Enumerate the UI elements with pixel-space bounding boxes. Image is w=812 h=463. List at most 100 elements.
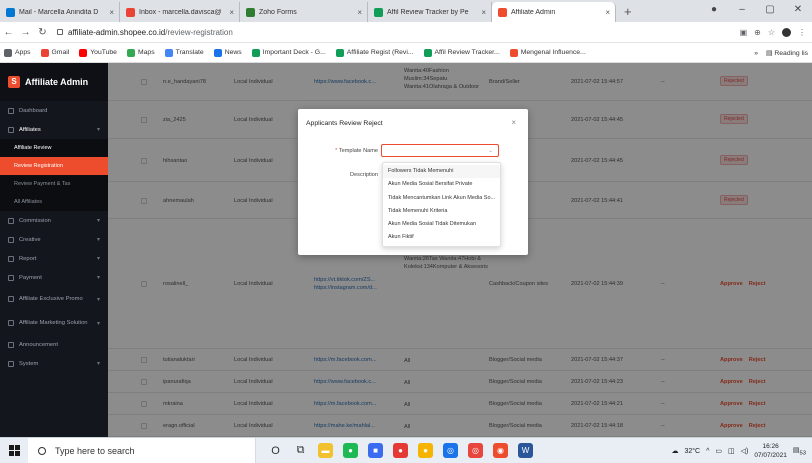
- bookmark-item[interactable]: Affiliate Regist (Revi...: [335, 48, 414, 57]
- bookmark-item[interactable]: Translate: [164, 48, 204, 57]
- chevron-down-icon: ▾: [96, 127, 100, 133]
- sidebar-subitem[interactable]: Review Payment & Tax: [0, 175, 108, 193]
- required-mark: *: [335, 148, 338, 154]
- chrome-icon[interactable]: ◎: [443, 443, 458, 458]
- bookmark-item[interactable]: Maps: [126, 48, 155, 57]
- clock-date: 07/07/2021: [754, 452, 787, 459]
- spotify-icon[interactable]: ●: [343, 443, 358, 458]
- template-name-label-text: Template Name: [338, 148, 378, 154]
- new-tab-button[interactable]: +: [616, 2, 640, 22]
- bookmark-item[interactable]: Important Deck - G...: [251, 48, 326, 57]
- back-button[interactable]: ←: [0, 27, 17, 38]
- bookmark-icon: [4, 48, 12, 57]
- bookmark-icon: [213, 48, 222, 57]
- maximize-button[interactable]: ▢: [756, 0, 784, 22]
- weather-icon[interactable]: ☁: [671, 447, 678, 455]
- bookmarks-more-button[interactable]: »: [754, 50, 758, 57]
- chevron-down-icon: ▾: [96, 237, 100, 243]
- bookmark-item[interactable]: Mengenal Influence...: [509, 48, 586, 57]
- url-field[interactable]: affiliate-admin.shopee.co.id /review-reg…: [57, 25, 740, 40]
- zoom-icon[interactable]: ⊕: [754, 28, 761, 37]
- sidebar-subitem[interactable]: Review Registration: [0, 157, 108, 175]
- tab-close-icon[interactable]: ×: [605, 8, 610, 17]
- report-icon: [8, 255, 14, 262]
- app-coral-icon[interactable]: ◉: [493, 443, 508, 458]
- sidebar-item[interactable]: Affiliate Marketing Solution ▾: [0, 311, 108, 335]
- browser-tab[interactable]: Inbox - marcella.davisca@ ×: [120, 2, 240, 22]
- close-window-button[interactable]: ✕: [784, 0, 812, 22]
- tab-favicon-icon: [126, 7, 135, 17]
- sidebar-item[interactable]: Payment ▾: [0, 268, 108, 287]
- star-icon[interactable]: ☆: [768, 28, 775, 37]
- tab-close-icon[interactable]: ×: [109, 8, 114, 17]
- network-icon[interactable]: ◫: [728, 447, 735, 455]
- close-icon[interactable]: ×: [511, 118, 516, 127]
- template-dropdown: Followers Tidak Memenuhi Akun Media Sosia…: [382, 162, 501, 247]
- minimize-button[interactable]: –: [728, 0, 756, 22]
- system-tray: ☁ 32°C ^ ▭ ◫ ◁) 16:26 07/07/2021 ▤53: [671, 438, 812, 463]
- battery-icon[interactable]: ▭: [715, 447, 722, 455]
- browser-tab[interactable]: Zoho Forms ×: [240, 2, 368, 22]
- dropdown-option[interactable]: Tidak Memenuhi Kriteria: [383, 205, 500, 218]
- start-button[interactable]: [0, 445, 28, 456]
- tray-chevron-icon[interactable]: ^: [706, 448, 709, 455]
- browser-tab-bar: Mail - Marcella Anindita D × Inbox - marce…: [0, 0, 812, 22]
- bookmark-item[interactable]: Affil Review Tracker...: [423, 48, 500, 57]
- chrome-alt-icon[interactable]: ◎: [468, 443, 483, 458]
- bookmark-item[interactable]: News: [213, 48, 242, 57]
- file-explorer-icon[interactable]: ▬: [318, 443, 333, 458]
- browser-tab[interactable]: Affiliate Admin ×: [492, 2, 616, 22]
- sidebar-item[interactable]: Dashboard: [0, 101, 108, 120]
- app-blue-icon[interactable]: ■: [368, 443, 383, 458]
- dropdown-option[interactable]: Akun Media Sosial Tidak Ditemukan: [383, 218, 500, 231]
- reload-button[interactable]: ↻: [34, 27, 51, 38]
- sidebar-item[interactable]: Report ▾: [0, 249, 108, 268]
- cortana-icon[interactable]: O: [268, 443, 283, 458]
- sidebar-item[interactable]: Commission ▾: [0, 211, 108, 230]
- forward-button[interactable]: →: [17, 27, 34, 38]
- tab-close-icon[interactable]: ×: [357, 8, 362, 17]
- dropdown-option[interactable]: Akun Fiktif: [383, 231, 500, 244]
- bookmark-item[interactable]: Gmail: [40, 48, 69, 57]
- notification-icon[interactable]: ▤53: [793, 446, 806, 456]
- menu-icon[interactable]: ⋮: [798, 28, 806, 37]
- tab-close-icon[interactable]: ×: [481, 8, 486, 17]
- task-view-icon[interactable]: ⧉: [293, 443, 308, 458]
- coin-icon: [8, 217, 14, 224]
- app-red-icon[interactable]: ●: [393, 443, 408, 458]
- sidebar-item[interactable]: Affiliates ▾: [0, 120, 108, 139]
- template-name-select[interactable]: ⌄: [381, 144, 499, 157]
- bookmark-item[interactable]: Apps: [4, 48, 31, 57]
- sidebar-subitem[interactable]: Affiliate Review: [0, 139, 108, 157]
- browser-tab[interactable]: Affil Review Tracker by Pe ×: [368, 2, 492, 22]
- weather-temp[interactable]: 32°C: [684, 448, 700, 455]
- volume-icon[interactable]: ◁): [741, 447, 749, 455]
- lock-icon: [57, 29, 63, 35]
- sidebar-item-label: Report: [19, 255, 37, 262]
- sidebar-item[interactable]: Announcement: [0, 335, 108, 354]
- sidebar-item[interactable]: Creative ▾: [0, 230, 108, 249]
- bookmark-label: News: [224, 49, 242, 56]
- avatar[interactable]: [782, 27, 791, 37]
- reading-list-label: Reading lis: [774, 50, 808, 57]
- profile-icon[interactable]: ●: [700, 0, 728, 22]
- app-yellow-icon[interactable]: ●: [418, 443, 433, 458]
- dropdown-option[interactable]: Followers Tidak Memenuhi: [383, 165, 500, 179]
- dropdown-option[interactable]: Akun Media Sosial Bersifat Private: [383, 178, 500, 191]
- sidebar-subitem[interactable]: All Affiliates: [0, 193, 108, 211]
- clock[interactable]: 16:26 07/07/2021: [754, 442, 787, 460]
- extension-icon[interactable]: ▣: [740, 28, 748, 37]
- sidebar-item[interactable]: System ▾: [0, 354, 108, 373]
- sidebar-item-label: System: [19, 360, 39, 367]
- reading-list-button[interactable]: ▤ Reading lis: [766, 49, 808, 57]
- taskbar-search[interactable]: Type here to search: [28, 437, 256, 463]
- sidebar-item-label: Affiliates: [19, 126, 41, 133]
- sidebar-item[interactable]: Affiliate Exclusive Promo ▾: [0, 287, 108, 311]
- bookmark-label: Affiliate Regist (Revi...: [346, 49, 414, 56]
- word-icon[interactable]: W: [518, 443, 533, 458]
- tab-close-icon[interactable]: ×: [229, 8, 234, 17]
- clock-time: 16:26: [762, 443, 779, 450]
- bookmark-item[interactable]: YouTube: [79, 48, 117, 57]
- browser-tab[interactable]: Mail - Marcella Anindita D ×: [0, 2, 120, 22]
- dropdown-option[interactable]: Tidak Mencantumkan Link Akun Media So...: [383, 192, 500, 205]
